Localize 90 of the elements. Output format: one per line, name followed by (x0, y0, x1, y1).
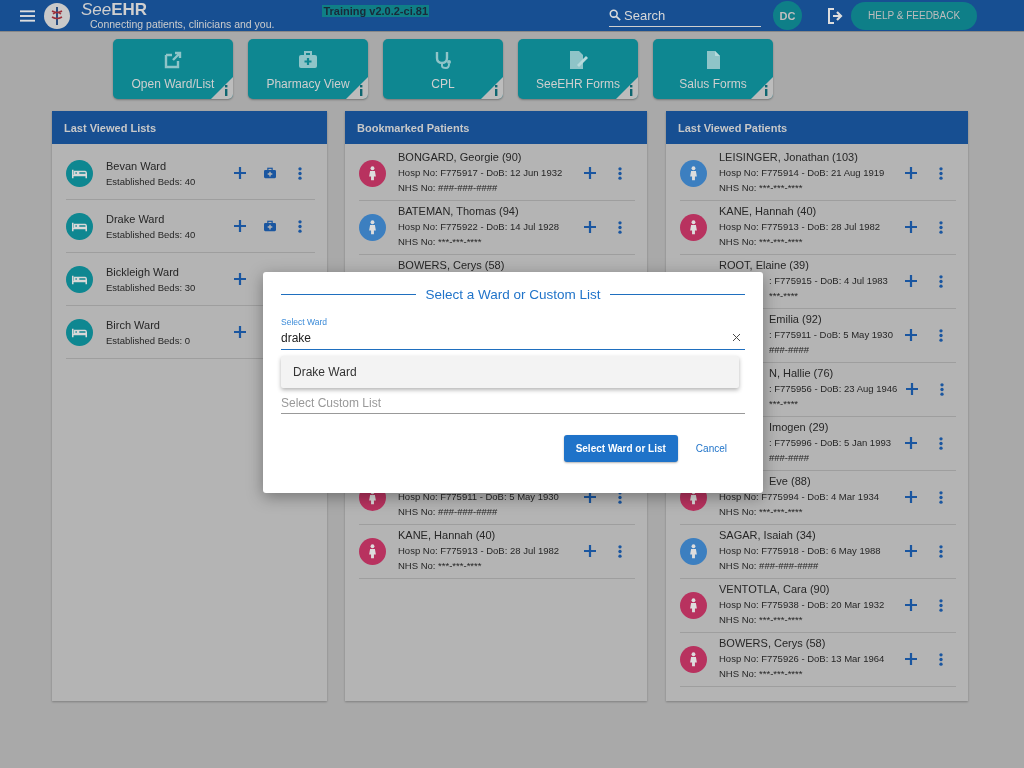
hospital-number: Hosp No: F775911 - DoB: 5 May 1930 (398, 491, 559, 502)
panel-header: Bookmarked Patients (345, 111, 647, 144)
nhs-number: NHS No: ***-***-**** (398, 236, 482, 247)
patient-avatar-icon (680, 214, 707, 241)
patient-name[interactable]: Eve (88) (769, 475, 811, 487)
patient-name[interactable]: KANE, Hannah (40) (398, 529, 496, 541)
bed-icon (66, 265, 93, 293)
nhs-number: NHS No: ***-***-**** (398, 560, 482, 571)
hospital-number: : F775911 - DoB: 5 May 1930 (769, 329, 893, 340)
nhs-number: NHS No: ***-***-**** (719, 614, 803, 625)
ward-name[interactable]: Bevan Ward (106, 159, 167, 172)
medical-bag-icon (298, 50, 318, 70)
field-label: Select Ward (281, 317, 328, 327)
info-corner-icon[interactable] (481, 77, 503, 99)
search-icon (609, 9, 621, 21)
search-field[interactable]: Search (624, 7, 744, 23)
form-pen-icon (568, 50, 588, 70)
menu-icon[interactable] (20, 9, 35, 22)
nhs-number: ***-**** (769, 290, 799, 301)
patient-avatar-icon (680, 538, 707, 565)
hospital-number: Hosp No: F775994 - DoB: 4 Mar 1934 (719, 491, 879, 502)
bed-count: Established Beds: 30 (106, 281, 196, 293)
external-link-icon (163, 50, 183, 70)
patient-avatar-icon (680, 160, 707, 187)
hospital-number: Hosp No: F775913 - DoB: 28 Jul 1982 (398, 545, 560, 556)
stethoscope-icon (433, 50, 453, 70)
patient-name[interactable]: N, Hallie (76) (769, 367, 834, 379)
panel-header: Last Viewed Patients (666, 111, 968, 144)
patient-name[interactable]: Emilia (92) (769, 313, 822, 325)
add-icon[interactable] (584, 491, 596, 503)
nhs-number: ***-**** (769, 398, 799, 409)
hospital-number: Hosp No: F775926 - DoB: 13 Mar 1964 (719, 653, 885, 664)
patient-name[interactable]: SAGAR, Isaiah (34) (719, 529, 816, 541)
nhs-number: ###-#### (769, 344, 810, 355)
patient-avatar-icon (359, 214, 386, 241)
bed-count: Established Beds: 40 (106, 228, 196, 240)
ward-name[interactable]: Bickleigh Ward (106, 265, 179, 278)
dialog-title: Select a Ward or Custom List (425, 287, 601, 302)
hospital-number: Hosp No: F775922 - DoB: 14 Jul 1928 (398, 221, 560, 232)
bed-count: Established Beds: 40 (106, 175, 196, 187)
nhs-number: ###-#### (769, 452, 810, 463)
build-label: Training v2.0.2-ci.81 (322, 5, 429, 17)
bed-count: Established Beds: 0 (106, 334, 190, 346)
patient-avatar-icon (359, 160, 386, 187)
hospital-number: Hosp No: F775914 - DoB: 21 Aug 1919 (719, 167, 885, 178)
hospital-number: Hosp No: F775918 - DoB: 6 May 1988 (719, 545, 881, 556)
hospital-number: : F775915 - DoB: 4 Jul 1983 (769, 275, 888, 286)
patient-name[interactable]: VENTOTLA, Cara (90) (719, 583, 830, 595)
logout-icon[interactable] (827, 7, 845, 24)
nhs-number: NHS No: ###-###-#### (719, 560, 819, 571)
nhs-number: NHS No: ***-***-**** (719, 668, 803, 679)
nhs-number: NHS No: ***-***-**** (719, 506, 803, 517)
patient-avatar-icon (680, 646, 707, 673)
patient-name[interactable]: BONGARD, Georgie (90) (398, 151, 522, 163)
brand-name: SeeEHR (81, 1, 149, 19)
cancel-button[interactable]: Cancel (695, 443, 745, 454)
bed-icon (66, 318, 93, 346)
ward-field[interactable]: drake (281, 330, 711, 345)
hospital-number: Hosp No: F775938 - DoB: 20 Mar 1932 (719, 599, 885, 610)
panel-header: Last Viewed Lists (52, 111, 327, 144)
ward-name[interactable]: Drake Ward (106, 212, 165, 225)
patient-name[interactable]: ROOT, Elaine (39) (719, 259, 809, 271)
hospital-number: : F775996 - DoB: 5 Jan 1993 (769, 437, 891, 448)
clear-icon[interactable] (733, 334, 740, 341)
bed-icon (66, 212, 93, 240)
nhs-number: NHS No: ###-###-#### (398, 182, 498, 193)
nhs-number: NHS No: ###-###-#### (398, 506, 498, 517)
custom-list-field[interactable]: Select Custom List (281, 395, 721, 410)
patient-avatar-icon (680, 592, 707, 619)
patient-name[interactable]: LEISINGER, Jonathan (103) (719, 151, 858, 163)
hospital-number: : F775956 - DoB: 23 Aug 1946 (769, 383, 898, 394)
bed-icon (66, 159, 93, 187)
patient-name[interactable]: BOWERS, Cerys (58) (398, 259, 505, 271)
nhs-number: NHS No: ***-***-**** (719, 182, 803, 193)
nhs-number: NHS No: ***-***-**** (719, 236, 803, 247)
patient-name[interactable]: BATEMAN, Thomas (94) (398, 205, 519, 217)
tagline: Connecting patients, clinicians and you. (90, 19, 275, 30)
ward-name[interactable]: Birch Ward (106, 318, 160, 331)
dropdown-option[interactable]: Drake Ward (281, 356, 739, 388)
medical-bag-icon[interactable] (264, 219, 276, 232)
patient-name[interactable]: BOWERS, Cerys (58) (719, 637, 826, 649)
hospital-number: Hosp No: F775917 - DoB: 12 Jun 1932 (398, 167, 563, 178)
patient-name[interactable]: Imogen (29) (769, 421, 829, 433)
info-corner-icon[interactable] (751, 77, 773, 99)
select-button[interactable]: Select Ward or List (563, 435, 678, 462)
caduceus-logo-icon (43, 1, 71, 30)
hospital-number: Hosp No: F775913 - DoB: 28 Jul 1982 (719, 221, 881, 232)
patient-name[interactable]: KANE, Hannah (40) (719, 205, 817, 217)
patient-avatar-icon (359, 538, 386, 565)
medical-bag-icon[interactable] (264, 166, 276, 179)
